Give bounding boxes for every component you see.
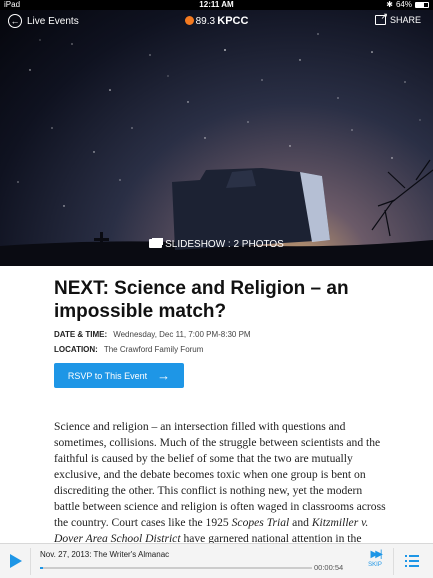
slideshow-link[interactable]: SLIDESHOW : 2 PHOTOS	[0, 239, 433, 250]
rsvp-button[interactable]: RSVP to This Event →	[54, 363, 184, 388]
audio-player: Nov. 27, 2013: The Writer's Almanac 00:0…	[0, 543, 433, 578]
event-date-row: DATE & TIME: Wednesday, Dec 11, 7:00 PM-8…	[54, 330, 251, 339]
date-label: DATE & TIME:	[54, 330, 108, 339]
progress-bar[interactable]	[40, 567, 312, 569]
event-description: Science and religion – an intersection f…	[54, 419, 389, 563]
logo-name: KPCC	[217, 15, 249, 27]
bluetooth-icon: ✱	[386, 0, 393, 9]
arrow-right-icon: →	[157, 368, 171, 383]
share-icon	[374, 11, 388, 25]
elapsed-time: 00:00:54	[314, 563, 344, 572]
skip-label: SKIP	[368, 562, 382, 568]
progress-fill	[40, 567, 43, 569]
divider	[393, 548, 394, 575]
event-location-row: LOCATION: The Crawford Family Forum	[54, 345, 203, 354]
location-value: The Crawford Family Forum	[103, 345, 204, 354]
battery-level	[416, 3, 424, 7]
night-sky-illustration	[0, 33, 433, 266]
skip-forward-icon: ▶▶|	[370, 549, 383, 560]
status-bar: iPad 12:11 AM ✱ 64%	[0, 0, 433, 10]
rsvp-label: RSVP to This Event	[67, 370, 148, 381]
location-label: LOCATION:	[54, 345, 98, 354]
share-button[interactable]: SHARE	[374, 11, 421, 25]
status-time: 12:11 AM	[199, 0, 234, 9]
track-title: Nov. 27, 2013: The Writer's Almanac	[40, 550, 170, 559]
date-value: Wednesday, Dec 11, 7:00 PM-8:30 PM	[113, 330, 251, 339]
battery-percent: 64%	[395, 0, 412, 9]
hero-image[interactable]: SLIDESHOW : 2 PHOTOS	[0, 10, 433, 266]
divider	[30, 548, 31, 575]
play-icon[interactable]	[10, 554, 22, 568]
description-text: Science and religion – an intersection f…	[54, 420, 386, 529]
kpcc-logo[interactable]: 89.3 KPCC	[0, 15, 433, 27]
share-label: SHARE	[389, 15, 421, 25]
description-emphasis: Scopes Trial	[231, 516, 290, 529]
battery-indicator: ✱ 64%	[386, 0, 429, 10]
battery-icon	[415, 2, 429, 8]
nav-bar: ← Live Events 89.3 KPCC SHARE	[0, 10, 433, 36]
description-text: and	[289, 516, 312, 529]
skip-button[interactable]: ▶▶| SKIP	[362, 549, 388, 569]
description-paragraph: Science and religion – an intersection f…	[54, 419, 389, 563]
event-title: NEXT: Science and Religion – an impossib…	[54, 278, 349, 322]
playlist-icon[interactable]	[405, 555, 419, 570]
slideshow-icon	[149, 239, 163, 248]
logo-frequency: 89.3	[195, 16, 216, 27]
slideshow-label: SLIDESHOW : 2 PHOTOS	[165, 239, 284, 250]
logo-dot-icon	[184, 16, 194, 25]
